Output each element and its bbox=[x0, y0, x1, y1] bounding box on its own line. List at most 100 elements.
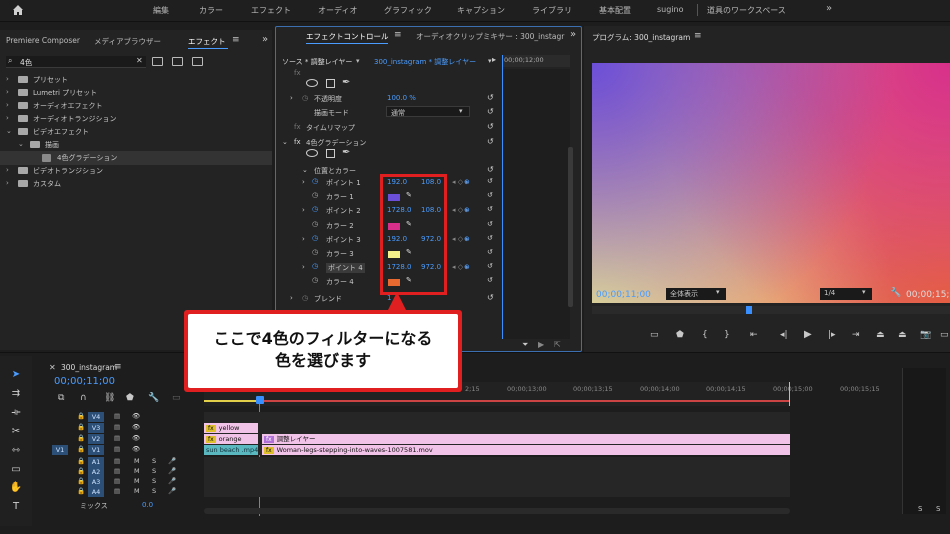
step-forward-icon[interactable]: |▸ bbox=[828, 330, 836, 340]
solo-right-button[interactable]: S bbox=[936, 505, 940, 513]
microphone-icon[interactable]: 🎤 bbox=[168, 457, 176, 465]
reset-icon[interactable]: ↺ bbox=[487, 107, 494, 116]
crosshair-icon[interactable]: ⊕ bbox=[464, 206, 470, 214]
workspace-graphics[interactable]: グラフィック bbox=[384, 5, 432, 16]
sync-lock-icon[interactable]: ▤ bbox=[114, 487, 120, 495]
stopwatch-icon[interactable]: ◷ bbox=[312, 262, 318, 270]
timeline-tab[interactable]: 300_instagram bbox=[61, 363, 117, 372]
settings-icon[interactable]: ▭ bbox=[940, 330, 949, 340]
lift-icon[interactable]: ⏏ bbox=[876, 330, 885, 340]
rectangle-mask-icon[interactable] bbox=[326, 79, 335, 88]
program-timecode[interactable]: 00;00;11;00 bbox=[596, 290, 651, 300]
tab-audio-clip-mixer[interactable]: オーディオクリップミキサー : 300_instagr bbox=[416, 31, 564, 47]
fit-select[interactable]: 全体表示 ▾ bbox=[666, 288, 726, 300]
pen-mask-icon[interactable]: ✒ bbox=[342, 147, 350, 158]
reset-icon[interactable]: ↺ bbox=[487, 248, 493, 256]
clip-adjustment-layer[interactable]: fx 調整レイヤー bbox=[262, 434, 790, 444]
snap-icon[interactable]: ∩ bbox=[80, 393, 87, 403]
wrench-icon[interactable]: 🔧 bbox=[890, 288, 901, 298]
close-sequence-icon[interactable]: ✕ bbox=[49, 363, 56, 372]
group-collapse-icon[interactable]: ⌄ bbox=[302, 166, 308, 174]
go-to-out-icon[interactable]: ⇥ bbox=[852, 330, 860, 340]
stopwatch-icon[interactable]: ◷ bbox=[312, 248, 318, 256]
solo-button[interactable]: S bbox=[152, 467, 156, 475]
panel-menu-icon[interactable]: ≡ bbox=[394, 30, 402, 40]
opacity-expand-icon[interactable]: › bbox=[290, 94, 293, 102]
play-button-icon[interactable]: ▶ bbox=[804, 329, 812, 340]
expand-icon[interactable]: › bbox=[302, 178, 305, 186]
stopwatch-icon[interactable]: ◷ bbox=[312, 234, 318, 242]
selection-tool-icon[interactable]: ➤ bbox=[8, 368, 24, 382]
track-target-label[interactable]: V1 bbox=[88, 445, 104, 455]
rectangle-mask-icon[interactable] bbox=[326, 149, 335, 158]
type-tool-icon[interactable]: T bbox=[8, 500, 24, 514]
effects-tree-item[interactable]: › ビデオトランジション bbox=[0, 164, 272, 178]
sync-lock-icon[interactable]: ▤ bbox=[114, 423, 120, 431]
sync-lock-icon[interactable]: ▤ bbox=[114, 457, 120, 465]
stopwatch-icon[interactable]: ◷ bbox=[312, 177, 318, 185]
mute-button[interactable]: M bbox=[134, 477, 140, 485]
fx-enable-icon[interactable]: fx bbox=[294, 138, 301, 146]
resolution-select[interactable]: 1/4 ▾ bbox=[820, 288, 872, 300]
go-to-in-icon[interactable]: ⇤ bbox=[750, 330, 758, 340]
sync-lock-icon[interactable]: ▤ bbox=[114, 412, 120, 420]
lock-icon[interactable]: 🔒 bbox=[77, 467, 85, 475]
stopwatch-icon[interactable]: ◷ bbox=[312, 220, 318, 228]
tab-media-browser[interactable]: メディアブラウザー bbox=[94, 36, 161, 52]
reset-icon[interactable]: ↺ bbox=[487, 165, 494, 174]
panel-menu-icon[interactable]: ≡ bbox=[694, 31, 702, 41]
solo-button[interactable]: S bbox=[152, 477, 156, 485]
program-scrub-bar[interactable] bbox=[592, 306, 950, 314]
camera-icon[interactable]: 📷 bbox=[920, 330, 931, 340]
chevron-right-icon[interactable]: › bbox=[6, 88, 9, 96]
effects-tree-item[interactable]: ⌄ 描画 bbox=[0, 138, 272, 152]
lock-icon[interactable]: 🔒 bbox=[77, 412, 85, 420]
sync-lock-icon[interactable]: ▤ bbox=[114, 445, 120, 453]
stopwatch-icon[interactable]: ◷ bbox=[302, 94, 308, 102]
microphone-icon[interactable]: 🎤 bbox=[168, 487, 176, 495]
blend-mode-select[interactable]: 通常 ▾ bbox=[386, 106, 470, 117]
reset-icon[interactable]: ↺ bbox=[487, 262, 493, 270]
workspace-user[interactable]: sugino bbox=[657, 5, 684, 14]
panel-overflow-icon[interactable]: » bbox=[262, 34, 268, 45]
captions-icon[interactable]: ▭ bbox=[172, 393, 181, 403]
extract-icon[interactable]: ⏏ bbox=[898, 330, 907, 340]
time-remap-label[interactable]: タイムリマップ bbox=[306, 123, 355, 133]
sync-lock-icon[interactable]: ▤ bbox=[114, 467, 120, 475]
mark-in-icon[interactable]: { bbox=[702, 330, 708, 340]
reset-icon[interactable]: ↺ bbox=[487, 191, 493, 199]
yuv-effects-icon[interactable] bbox=[192, 57, 203, 66]
panel-menu-icon[interactable]: ≡ bbox=[232, 35, 240, 45]
lock-icon[interactable]: 🔒 bbox=[77, 445, 85, 453]
timeline-scrollbar[interactable] bbox=[204, 508, 790, 514]
effects-tree-item[interactable]: › カスタム bbox=[0, 177, 272, 191]
effects-tree-item[interactable]: › プリセット bbox=[0, 73, 272, 87]
track-target-label[interactable]: A3 bbox=[88, 477, 104, 487]
track-target-label[interactable]: V2 bbox=[88, 434, 104, 444]
chevron-right-icon[interactable]: › bbox=[6, 179, 9, 187]
mix-value[interactable]: 0.0 bbox=[142, 501, 153, 509]
chevron-right-icon[interactable]: › bbox=[6, 101, 9, 109]
workspace-audio[interactable]: オーディオ bbox=[318, 5, 357, 16]
lock-icon[interactable]: 🔒 bbox=[77, 487, 85, 495]
linked-selection-icon[interactable]: ⛓ bbox=[104, 393, 115, 403]
home-icon[interactable] bbox=[12, 4, 24, 16]
effects-tree-item[interactable]: ⌄ ビデオエフェクト bbox=[0, 125, 272, 139]
workspace-tools[interactable]: 道具のワークスペース bbox=[707, 5, 786, 16]
program-video-frame[interactable] bbox=[592, 63, 950, 303]
eye-icon[interactable]: 👁 bbox=[132, 423, 140, 431]
chevron-right-icon[interactable]: › bbox=[6, 114, 9, 122]
workspace-color[interactable]: カラー bbox=[199, 5, 223, 16]
reset-icon[interactable]: ↺ bbox=[487, 293, 494, 302]
effect-name-label[interactable]: 4色グラデーション bbox=[306, 138, 366, 148]
workspace-effects[interactable]: エフェクト bbox=[251, 5, 291, 16]
lock-icon[interactable]: 🔒 bbox=[77, 477, 85, 485]
reset-icon[interactable]: ↺ bbox=[487, 276, 493, 284]
expand-icon[interactable]: › bbox=[302, 263, 305, 271]
reset-icon[interactable]: ↺ bbox=[487, 177, 493, 185]
track-target-label[interactable]: A2 bbox=[88, 467, 104, 477]
expand-icon[interactable]: › bbox=[302, 235, 305, 243]
wrench-icon[interactable]: 🔧 bbox=[148, 393, 159, 403]
lock-icon[interactable]: 🔒 bbox=[77, 423, 85, 431]
chevron-down-icon[interactable]: ⌄ bbox=[6, 127, 12, 135]
